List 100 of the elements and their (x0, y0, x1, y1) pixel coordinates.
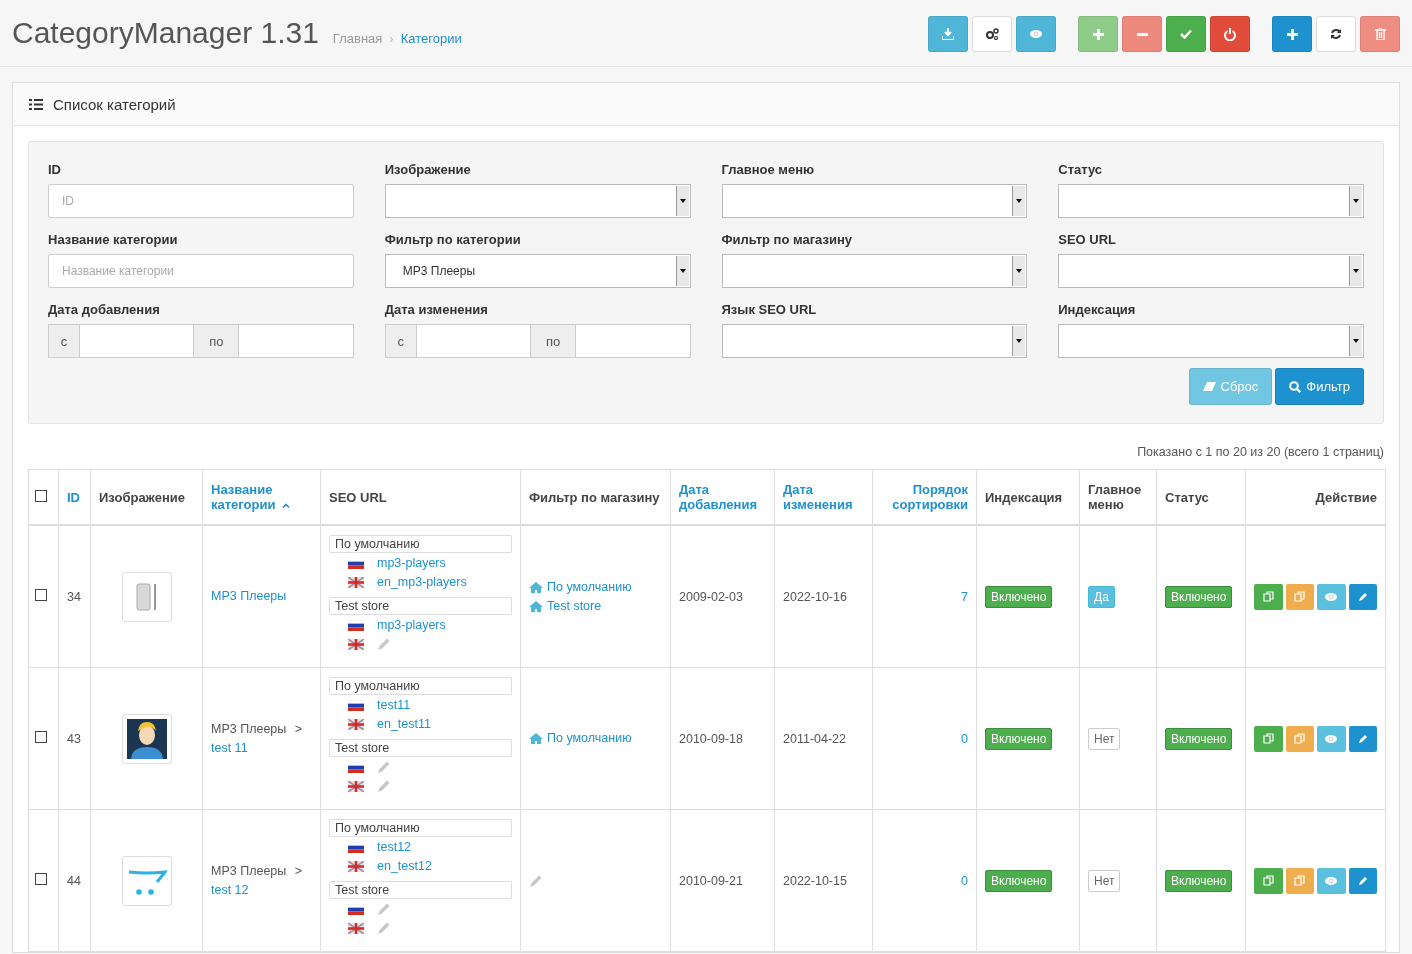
date-field[interactable] (80, 324, 195, 358)
filter-label: Статус (1058, 162, 1104, 177)
copy-icon (1262, 875, 1274, 886)
seo-url-link[interactable]: test11 (377, 698, 411, 712)
pencil-icon[interactable] (377, 637, 391, 651)
russia-flag-icon (348, 557, 364, 569)
eye-button[interactable] (1317, 583, 1346, 610)
sort-order-link[interactable]: 0 (961, 873, 968, 888)
select-field[interactable] (721, 254, 1028, 288)
date-field[interactable] (239, 324, 354, 358)
plus-button[interactable] (1078, 16, 1118, 52)
select-field[interactable] (1058, 324, 1364, 358)
select-field[interactable] (384, 184, 691, 218)
id-cell: 43 (67, 731, 81, 746)
date-from-label: с (384, 324, 417, 358)
pencil-icon[interactable] (377, 902, 391, 916)
seo-url-link[interactable]: mp3-players (377, 618, 446, 632)
column-header: Статус (1165, 489, 1209, 505)
date-added-cell: 2010-09-21 (679, 873, 743, 888)
select-field[interactable] (721, 324, 1028, 358)
pencil-icon[interactable] (377, 921, 391, 935)
select-field[interactable] (1058, 254, 1364, 288)
id-cell: 34 (67, 589, 81, 604)
category-link[interactable]: MP3 Плееры (211, 589, 287, 603)
copy-icon (1294, 591, 1306, 602)
reset-button[interactable]: Сброс (1188, 368, 1273, 405)
category-link[interactable]: test 12 (211, 882, 249, 897)
eraser-icon (1202, 382, 1216, 391)
store-link[interactable]: По умолчанию (547, 577, 632, 597)
path-separator: > (294, 863, 303, 878)
sort-order-link[interactable]: 0 (961, 731, 968, 746)
refresh-button[interactable] (1316, 16, 1356, 52)
date-field[interactable] (416, 324, 532, 358)
uk-flag-icon (348, 860, 364, 872)
copy-button[interactable] (1285, 867, 1314, 894)
pencil-icon[interactable] (529, 873, 543, 888)
select-field[interactable] (1058, 184, 1364, 218)
store-label: Test store (329, 596, 512, 615)
pencil-icon[interactable] (377, 760, 391, 774)
copy-button[interactable] (1254, 867, 1283, 894)
select-all-checkbox[interactable] (35, 489, 47, 502)
row-checkbox[interactable] (35, 589, 47, 601)
plus-button[interactable] (1272, 16, 1312, 52)
pencil-button[interactable] (1348, 725, 1377, 752)
copy-button[interactable] (1285, 725, 1314, 752)
row-checkbox[interactable] (35, 731, 47, 743)
select-field[interactable]: MP3 Плееры (384, 254, 691, 288)
pencil-icon[interactable] (377, 779, 391, 793)
breadcrumb-link[interactable]: Категории (400, 31, 462, 46)
caret-icon (1016, 269, 1023, 273)
sort-order-link[interactable]: 7 (961, 589, 968, 604)
cogs-button[interactable] (972, 16, 1012, 52)
seo-url-link[interactable]: en_test12 (377, 859, 432, 873)
list-icon (29, 98, 43, 110)
category-link[interactable]: test 11 (211, 740, 248, 755)
filter-label: Дата изменения (384, 302, 489, 317)
main-menu-badge: Нет (1088, 727, 1121, 750)
plus-icon (1092, 28, 1104, 40)
store-link[interactable]: По умолчанию (547, 729, 632, 748)
store-label: Test store (329, 738, 512, 757)
column-sort-link[interactable]: ID (67, 489, 80, 505)
settings-icon (985, 28, 999, 40)
copy-button[interactable] (1254, 583, 1283, 610)
pencil-button[interactable] (1348, 867, 1377, 894)
check-button[interactable] (1166, 16, 1206, 52)
filter-label: Название категории (48, 232, 179, 247)
pencil-button[interactable] (1348, 583, 1377, 610)
minus-button[interactable] (1122, 16, 1162, 52)
copy-button[interactable] (1285, 583, 1314, 610)
power-button[interactable] (1210, 16, 1250, 52)
eye-button[interactable] (1317, 725, 1346, 752)
row-checkbox[interactable] (35, 873, 47, 885)
seo-url-link[interactable]: en_mp3-players (377, 575, 467, 589)
date-field[interactable] (576, 324, 691, 358)
text-field[interactable]: ID (48, 184, 354, 218)
date-to-label: по (194, 324, 240, 358)
seo-url-link[interactable]: en_test11 (377, 717, 431, 731)
caret-icon (679, 199, 686, 203)
store-label: Test store (329, 880, 512, 899)
breadcrumb-separator: › (389, 31, 394, 46)
filter-label: Индексация (1058, 302, 1137, 317)
pagination-text: Показано с 1 по 20 из 20 (всего 1 страниц) (1136, 445, 1384, 459)
copy-icon (1262, 733, 1274, 744)
eye-button[interactable] (1317, 867, 1346, 894)
seo-url-link[interactable]: mp3-players (377, 556, 446, 570)
copy-button[interactable] (1254, 725, 1283, 752)
breadcrumb-item[interactable]: Главная (332, 31, 383, 46)
select-field[interactable] (721, 184, 1028, 218)
filter-label: ID (48, 162, 62, 177)
store-label: По умолчанию (329, 818, 512, 837)
russia-flag-icon (348, 841, 364, 853)
copy-icon (1294, 733, 1306, 744)
home-icon (529, 581, 543, 593)
filter-button[interactable]: Фильтр (1275, 368, 1364, 405)
eye-icon (1325, 592, 1338, 601)
seo-url-link[interactable]: test12 (377, 840, 412, 854)
text-field[interactable]: Название категории (48, 254, 354, 288)
store-link[interactable]: Test store (547, 596, 602, 616)
caret-icon (1016, 339, 1023, 343)
home-icon (529, 733, 543, 744)
